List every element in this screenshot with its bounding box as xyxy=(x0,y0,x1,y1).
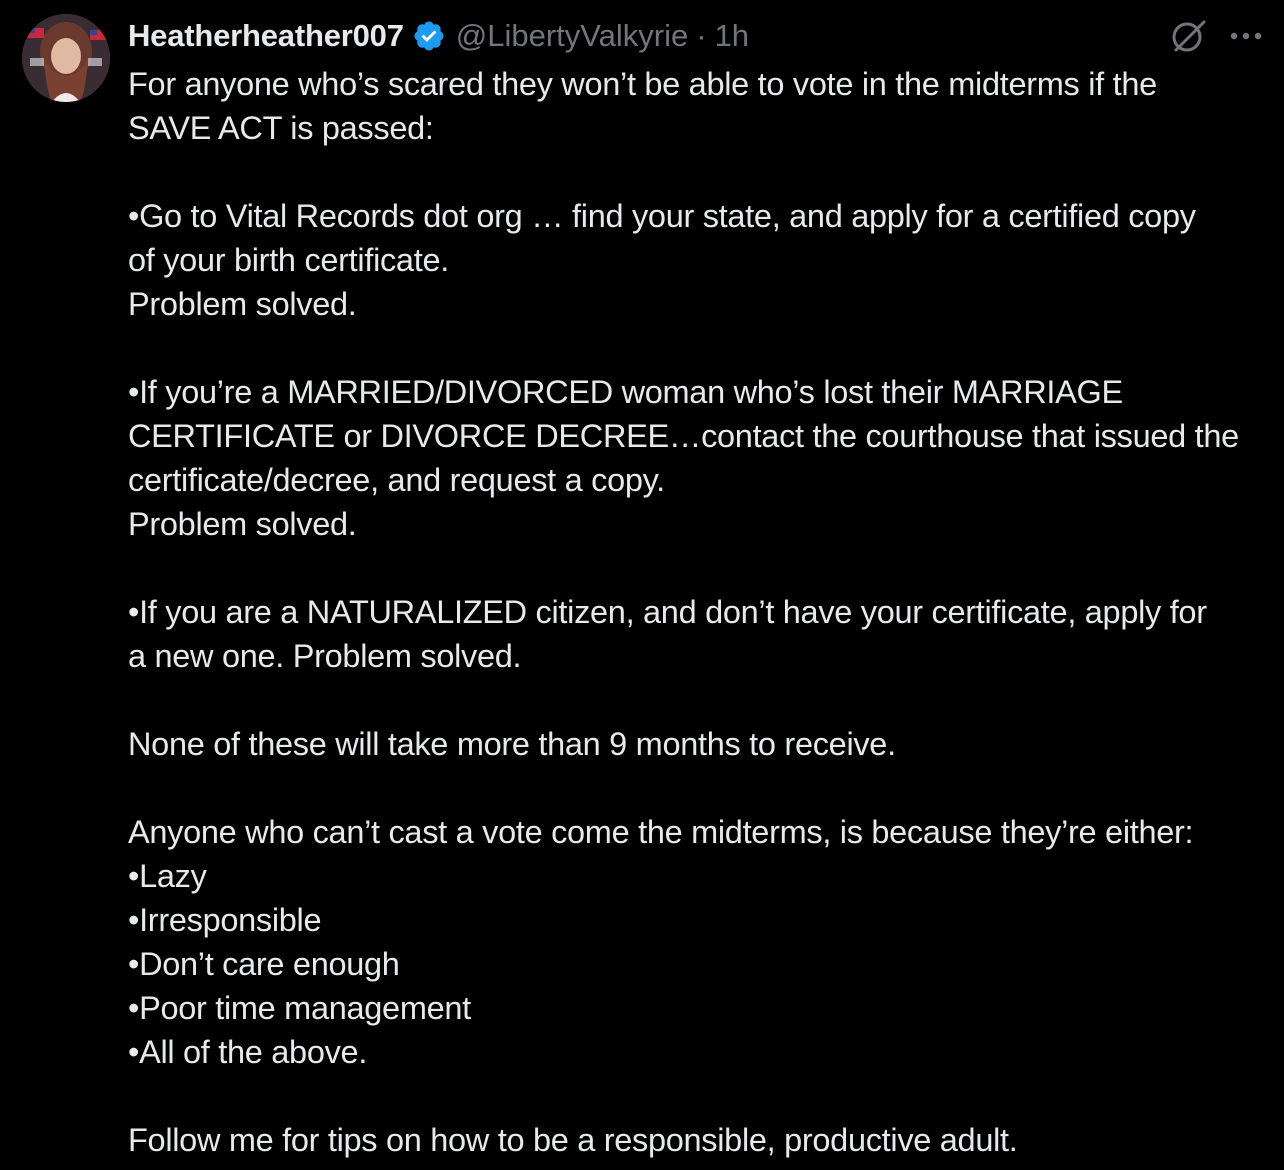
tweet-text-line: CERTIFICATE or DIVORCE DECREE…contact th… xyxy=(128,418,1239,454)
handle[interactable]: @LibertyValkyrie xyxy=(456,18,688,54)
tweet: Heatherheather007 @LibertyValkyrie · 1h … xyxy=(0,0,1284,1170)
tweet-text-line: SAVE ACT is passed: xyxy=(128,110,434,146)
tweet-text-line: Problem solved. xyxy=(128,286,357,322)
tweet-text: For anyone who’s scared they won’t be ab… xyxy=(128,62,1278,1162)
tweet-text-line: None of these will take more than 9 mont… xyxy=(128,726,896,762)
tweet-text-line: •If you are a NATURALIZED citizen, and d… xyxy=(128,594,1207,630)
tweet-text-line: •Poor time management xyxy=(128,990,471,1026)
avatar[interactable] xyxy=(22,14,110,102)
verified-badge-icon[interactable] xyxy=(412,19,446,53)
tweet-text-line: For anyone who’s scared they won’t be ab… xyxy=(128,66,1157,102)
avatar-image xyxy=(22,14,110,102)
tweet-text-line: •Irresponsible xyxy=(128,902,322,938)
tweet-text-line: •All of the above. xyxy=(128,1034,368,1070)
tweet-text-line: a new one. Problem solved. xyxy=(128,638,522,674)
tweet-text-line: Problem solved. xyxy=(128,506,357,542)
tweet-header: Heatherheather007 @LibertyValkyrie · 1h xyxy=(128,14,749,58)
display-name[interactable]: Heatherheather007 xyxy=(128,18,404,54)
more-options-icon[interactable] xyxy=(1226,20,1266,52)
tweet-text-line: •Don’t care enough xyxy=(128,946,400,982)
tweet-text-line: •If you’re a MARRIED/DIVORCED woman who’… xyxy=(128,374,1123,410)
tweet-text-line: Follow me for tips on how to be a respon… xyxy=(128,1122,1018,1158)
tweet-text-line: Anyone who can’t cast a vote come the mi… xyxy=(128,814,1194,850)
tweet-text-line: •Lazy xyxy=(128,858,207,894)
tweet-text-line: •Go to Vital Records dot org … find your… xyxy=(128,198,1196,234)
grok-icon[interactable] xyxy=(1168,16,1208,56)
tweet-text-line: certificate/decree, and request a copy. xyxy=(128,462,665,498)
separator-dot: · xyxy=(696,18,707,53)
timestamp[interactable]: 1h xyxy=(715,18,749,54)
tweet-text-line: of your birth certificate. xyxy=(128,242,449,278)
